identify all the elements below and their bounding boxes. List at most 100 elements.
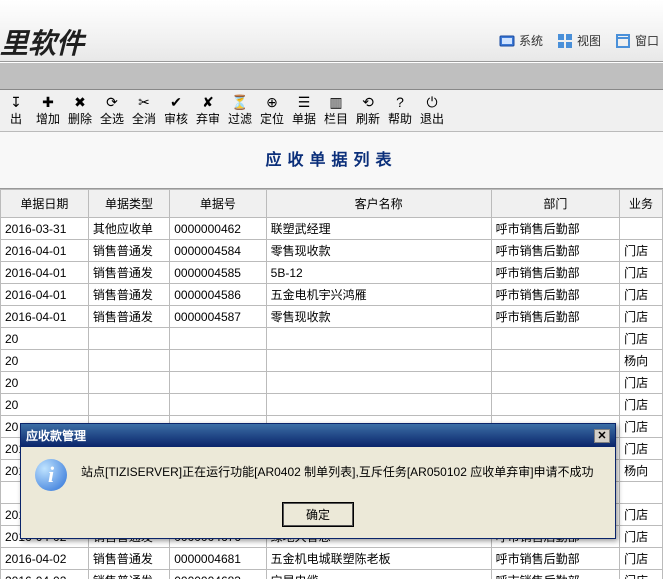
cell[interactable]: 门店 — [620, 570, 663, 579]
cell[interactable] — [88, 328, 169, 350]
cell[interactable]: 联塑武经理 — [266, 218, 491, 240]
cell[interactable]: 零售现收款 — [266, 306, 491, 328]
cell[interactable]: 门店 — [620, 240, 663, 262]
table-row[interactable]: 20 杨向 — [1, 350, 663, 372]
toolbtn-全选[interactable]: ⟳全选 — [96, 90, 128, 131]
toolbtn-刷新[interactable]: ⟲刷新 — [352, 90, 384, 131]
cell[interactable]: 5B-12 — [266, 262, 491, 284]
cell[interactable]: 门店 — [620, 284, 663, 306]
table-row[interactable]: 20 门店 — [1, 394, 663, 416]
cell[interactable]: 门店 — [620, 548, 663, 570]
cell[interactable] — [491, 372, 620, 394]
cell[interactable]: 呼市销售后勤部 — [491, 570, 620, 579]
cell[interactable]: 2016-04-01 — [1, 306, 89, 328]
cell[interactable] — [88, 394, 169, 416]
cell[interactable]: 0000004586 — [170, 284, 266, 306]
cell[interactable]: 呼市销售后勤部 — [491, 548, 620, 570]
cell[interactable]: 宁晟电缆 — [266, 570, 491, 579]
cell[interactable]: 0000004681 — [170, 548, 266, 570]
cell[interactable]: 销售普通发 — [88, 284, 169, 306]
toolbtn-弃审[interactable]: ✘弃审 — [192, 90, 224, 131]
table-row[interactable]: 2016-04-02销售普通发0000004681五金机电城联塑陈老板呼市销售后… — [1, 548, 663, 570]
cell[interactable]: 20 — [1, 350, 89, 372]
cell[interactable] — [266, 372, 491, 394]
cell[interactable]: 门店 — [620, 262, 663, 284]
ok-button[interactable]: 确定 — [283, 503, 353, 526]
cell[interactable]: 0000004585 — [170, 262, 266, 284]
cell[interactable]: 五金机电城联塑陈老板 — [266, 548, 491, 570]
cell[interactable]: 其他应收单 — [88, 218, 169, 240]
cell[interactable] — [170, 328, 266, 350]
cell[interactable]: 呼市销售后勤部 — [491, 218, 620, 240]
cell[interactable]: 门店 — [620, 394, 663, 416]
cell[interactable] — [491, 328, 620, 350]
cell[interactable]: 杨向 — [620, 350, 663, 372]
cell[interactable]: 2016-04-01 — [1, 284, 89, 306]
cell[interactable] — [491, 394, 620, 416]
cell[interactable]: 销售普通发 — [88, 262, 169, 284]
cell[interactable] — [266, 350, 491, 372]
table-row[interactable]: 2016-04-01销售普通发00000045855B-12呼市销售后勤部门店 — [1, 262, 663, 284]
col-biz[interactable]: 业务 — [620, 190, 663, 218]
col-no[interactable]: 单据号 — [170, 190, 266, 218]
menu-window[interactable]: 窗口 — [615, 32, 659, 49]
cell[interactable]: 门店 — [620, 328, 663, 350]
table-row[interactable]: 2016-04-02销售普通发0000004683宁晟电缆呼市销售后勤部门店 — [1, 570, 663, 579]
toolbtn-全消[interactable]: ✂全消 — [128, 90, 160, 131]
col-date[interactable]: 单据日期 — [1, 190, 89, 218]
col-dept[interactable]: 部门 — [491, 190, 620, 218]
cell[interactable]: 销售普通发 — [88, 570, 169, 579]
toolbtn-出[interactable]: ↧出 — [0, 90, 32, 131]
cell[interactable] — [620, 482, 663, 504]
cell[interactable] — [170, 350, 266, 372]
menu-system[interactable]: 系统 — [499, 32, 543, 49]
toolbtn-退出[interactable]: ⏻退出 — [416, 90, 448, 131]
cell[interactable] — [491, 350, 620, 372]
cell[interactable]: 呼市销售后勤部 — [491, 306, 620, 328]
cell[interactable]: 20 — [1, 394, 89, 416]
toolbtn-过滤[interactable]: ⏳过滤 — [224, 90, 256, 131]
cell[interactable]: 门店 — [620, 416, 663, 438]
toolbtn-增加[interactable]: ✚增加 — [32, 90, 64, 131]
cell[interactable]: 销售普通发 — [88, 306, 169, 328]
cell[interactable]: 销售普通发 — [88, 548, 169, 570]
cell[interactable]: 门店 — [620, 306, 663, 328]
cell[interactable]: 2016-03-31 — [1, 218, 89, 240]
cell[interactable]: 呼市销售后勤部 — [491, 240, 620, 262]
cell[interactable]: 20 — [1, 372, 89, 394]
cell[interactable] — [88, 372, 169, 394]
cell[interactable] — [170, 394, 266, 416]
table-row[interactable]: 2016-04-01销售普通发0000004586五金电机宇兴鸿雁呼市销售后勤部… — [1, 284, 663, 306]
cell[interactable]: 0000004683 — [170, 570, 266, 579]
cell[interactable]: 门店 — [620, 438, 663, 460]
cell[interactable]: 五金电机宇兴鸿雁 — [266, 284, 491, 306]
col-type[interactable]: 单据类型 — [88, 190, 169, 218]
table-row[interactable]: 20门店 — [1, 372, 663, 394]
cell[interactable]: 0000000462 — [170, 218, 266, 240]
menu-view[interactable]: 视图 — [557, 32, 601, 49]
cell[interactable]: 门店 — [620, 504, 663, 526]
table-row[interactable]: 2016-04-01销售普通发0000004587零售现收款呼市销售后勤部门店 — [1, 306, 663, 328]
close-icon[interactable]: ✕ — [594, 429, 610, 443]
toolbtn-定位[interactable]: ⊕定位 — [256, 90, 288, 131]
toolbtn-帮助[interactable]: ?帮助 — [384, 90, 416, 131]
cell[interactable]: 0000004584 — [170, 240, 266, 262]
toolbtn-单据[interactable]: ☰单据 — [288, 90, 320, 131]
cell[interactable]: 2016-04-01 — [1, 262, 89, 284]
cell[interactable]: 2016-04-01 — [1, 240, 89, 262]
toolbtn-栏目[interactable]: ▥栏目 — [320, 90, 352, 131]
cell[interactable]: 呼市销售后勤部 — [491, 284, 620, 306]
cell[interactable] — [170, 372, 266, 394]
cell[interactable] — [88, 350, 169, 372]
cell[interactable]: 2016-04-02 — [1, 570, 89, 579]
cell[interactable] — [620, 218, 663, 240]
cell[interactable]: 零售现收款 — [266, 240, 491, 262]
table-row[interactable]: 2016-04-01销售普通发0000004584零售现收款呼市销售后勤部门店 — [1, 240, 663, 262]
col-cust[interactable]: 客户名称 — [266, 190, 491, 218]
table-row[interactable]: 20门店 — [1, 328, 663, 350]
cell[interactable] — [266, 328, 491, 350]
cell[interactable]: 销售普通发 — [88, 240, 169, 262]
table-row[interactable]: 2016-03-31其他应收单0000000462联塑武经理呼市销售后勤部 — [1, 218, 663, 240]
cell[interactable]: 0000004587 — [170, 306, 266, 328]
toolbtn-审核[interactable]: ✔审核 — [160, 90, 192, 131]
